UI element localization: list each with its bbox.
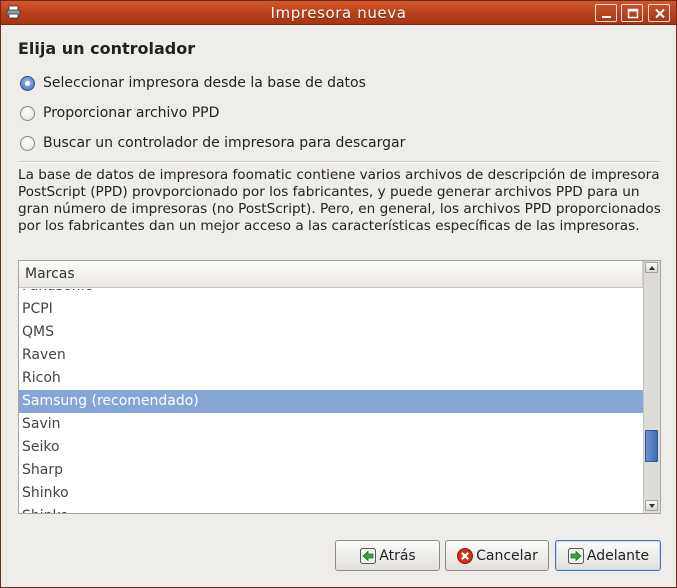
list-item-selected[interactable]: Samsung (recomendado)	[19, 390, 644, 413]
radio-label[interactable]: Buscar un controlador de impresora para …	[43, 135, 405, 151]
list-item[interactable]: Shinko	[19, 505, 644, 513]
list-item[interactable]: Ricoh	[19, 367, 644, 390]
cancel-button-label: Cancelar	[476, 547, 538, 564]
list-item[interactable]: Sharp	[19, 459, 644, 482]
maximize-icon	[627, 8, 639, 19]
close-button[interactable]	[648, 4, 670, 22]
page-heading: Elija un controlador	[18, 39, 196, 58]
vertical-scrollbar[interactable]	[643, 261, 660, 513]
list-item[interactable]: PCPI	[19, 298, 644, 321]
back-arrow-icon	[360, 547, 377, 564]
title-bar[interactable]: Impresora nueva	[1, 1, 676, 25]
makes-list[interactable]: Marcas Panasonic PCPI QMS Raven Ricoh Sa…	[18, 260, 661, 514]
radio-option-ppd-file[interactable]: Proporcionar archivo PPD	[20, 103, 219, 123]
radio-option-database[interactable]: Seleccionar impresora desde la base de d…	[20, 73, 366, 93]
list-item[interactable]: Shinko	[19, 482, 644, 505]
scrollbar-thumb[interactable]	[645, 430, 658, 462]
list-item[interactable]: Savin	[19, 413, 644, 436]
list-item[interactable]: Panasonic	[19, 289, 644, 298]
cancel-button[interactable]: Cancelar	[445, 540, 549, 571]
window-title: Impresora nueva	[270, 4, 407, 22]
column-header-label: Marcas	[25, 266, 75, 282]
dialog-window: Impresora nueva Elija un controlador Sel…	[0, 0, 677, 588]
back-button[interactable]: Atrás	[335, 540, 440, 571]
scroll-up-button[interactable]	[645, 262, 658, 273]
arrow-up-icon	[649, 266, 655, 270]
minimize-icon	[602, 16, 611, 18]
radio-button[interactable]	[20, 135, 35, 151]
list-body[interactable]: Panasonic PCPI QMS Raven Ricoh Samsung (…	[19, 289, 644, 513]
maximize-button[interactable]	[621, 4, 643, 22]
forward-button[interactable]: Adelante	[555, 540, 661, 571]
forward-arrow-icon	[567, 547, 584, 564]
list-item[interactable]: Seiko	[19, 436, 644, 459]
list-item[interactable]: Raven	[19, 344, 644, 367]
close-icon	[655, 8, 665, 19]
cancel-icon	[457, 547, 474, 564]
radio-button[interactable]	[20, 105, 35, 121]
list-item[interactable]: QMS	[19, 321, 644, 344]
forward-button-label: Adelante	[586, 547, 650, 564]
radio-label[interactable]: Seleccionar impresora desde la base de d…	[43, 75, 366, 91]
separator	[18, 161, 661, 163]
radio-option-download-driver[interactable]: Buscar un controlador de impresora para …	[20, 133, 405, 153]
arrow-down-icon	[649, 504, 655, 508]
description-text: La base de datos de impresora foomatic c…	[18, 167, 661, 234]
scroll-down-button[interactable]	[645, 500, 658, 511]
back-button-label: Atrás	[379, 547, 416, 564]
radio-button[interactable]	[20, 75, 35, 91]
minimize-button[interactable]	[595, 4, 617, 22]
radio-label[interactable]: Proporcionar archivo PPD	[43, 105, 219, 121]
list-column-header[interactable]: Marcas	[19, 261, 643, 288]
